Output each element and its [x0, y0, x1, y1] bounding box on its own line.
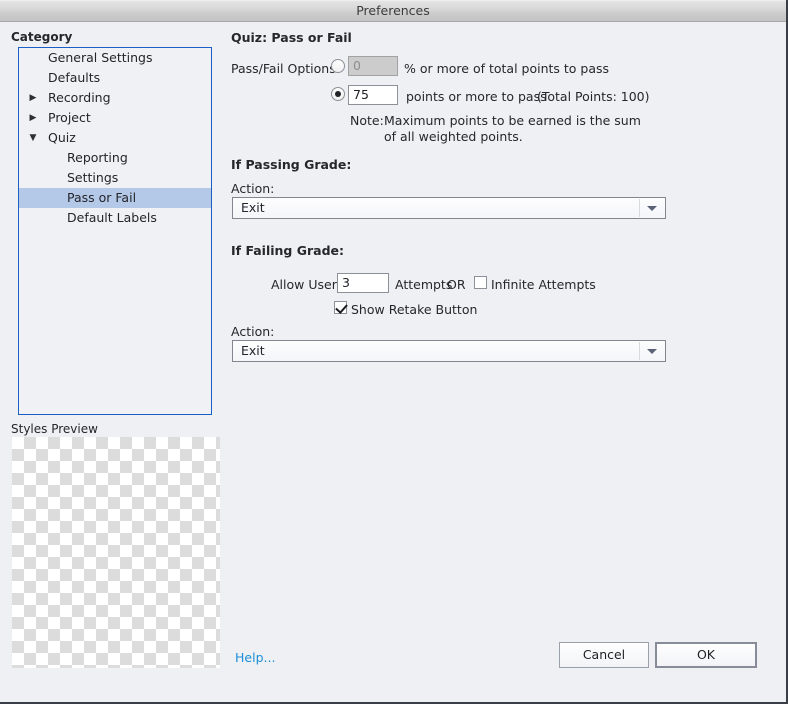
sidebar-item-label: Pass or Fail	[67, 190, 137, 205]
infinite-attempts-checkbox[interactable]	[474, 276, 487, 289]
sidebar-item-settings[interactable]: Settings	[19, 168, 211, 188]
percent-radio[interactable]	[331, 59, 345, 73]
failing-action-value: Exit	[241, 343, 265, 358]
sidebar-item-label: Recording	[48, 90, 111, 105]
sidebar-item-label: Default Labels	[67, 210, 157, 225]
dropdown-separator	[639, 199, 640, 217]
points-suffix-label: points or more to pass	[406, 89, 547, 104]
sidebar-item-project[interactable]: ▶ Project	[19, 108, 211, 128]
sidebar-item-reporting[interactable]: Reporting	[19, 148, 211, 168]
ok-button[interactable]: OK	[655, 642, 757, 668]
points-radio[interactable]	[331, 87, 345, 101]
failing-action-label: Action:	[231, 324, 275, 339]
collapsed-arrow-icon[interactable]: ▶	[27, 88, 39, 108]
chevron-down-icon	[647, 206, 657, 211]
expanded-arrow-icon[interactable]: ▼	[27, 128, 39, 148]
infinite-attempts-label: Infinite Attempts	[491, 277, 596, 292]
sidebar-item-label: Settings	[67, 170, 119, 185]
percent-input[interactable]: 0	[348, 56, 398, 76]
note-text: Maximum points to be earned is the sum o…	[384, 113, 641, 144]
passing-action-label: Action:	[231, 181, 275, 196]
note-prefix-label: Note:	[350, 113, 384, 128]
sidebar-item-defaults[interactable]: Defaults	[19, 68, 211, 88]
or-label: OR	[447, 277, 466, 292]
sidebar-item-pass-or-fail[interactable]: Pass or Fail	[19, 188, 211, 208]
page-title: Quiz: Pass or Fail	[231, 30, 352, 45]
passfail-options-label: Pass/Fail Options:	[231, 61, 340, 76]
cancel-button[interactable]: Cancel	[559, 642, 649, 668]
preferences-dialog: Preferences Category General Settings De…	[0, 0, 788, 704]
window-title: Preferences	[356, 3, 430, 18]
sidebar-item-label: Defaults	[48, 70, 101, 85]
collapsed-arrow-icon[interactable]: ▶	[27, 108, 39, 128]
attempts-input[interactable]: 3	[337, 273, 389, 293]
category-heading: Category	[11, 30, 73, 44]
passing-action-value: Exit	[241, 200, 265, 215]
passing-action-dropdown[interactable]: Exit	[232, 197, 666, 219]
sidebar-item-label: General Settings	[48, 50, 153, 65]
styles-preview-canvas	[12, 437, 220, 668]
sidebar-item-label: Quiz	[48, 130, 76, 145]
show-retake-checkbox[interactable]	[334, 301, 347, 314]
passing-grade-heading: If Passing Grade:	[231, 157, 352, 172]
sidebar-item-default-labels[interactable]: Default Labels	[19, 208, 211, 228]
percent-suffix-label: % or more of total points to pass	[404, 61, 610, 76]
allow-user-label: Allow User:	[271, 277, 341, 292]
show-retake-label: Show Retake Button	[351, 302, 478, 317]
total-points-label: (Total Points: 100)	[537, 89, 650, 104]
chevron-down-icon	[647, 349, 657, 354]
sidebar-item-quiz[interactable]: ▼ Quiz	[19, 128, 211, 148]
failing-action-dropdown[interactable]: Exit	[232, 340, 666, 362]
help-link[interactable]: Help...	[235, 650, 275, 665]
category-tree[interactable]: General Settings Defaults ▶ Recording ▶ …	[18, 47, 212, 415]
sidebar-item-general-settings[interactable]: General Settings	[19, 48, 211, 68]
sidebar-item-label: Project	[48, 110, 91, 125]
sidebar-item-recording[interactable]: ▶ Recording	[19, 88, 211, 108]
styles-preview-label: Styles Preview	[11, 422, 98, 436]
sidebar-item-label: Reporting	[67, 150, 128, 165]
title-bar: Preferences	[0, 0, 786, 22]
dropdown-separator	[639, 342, 640, 360]
attempts-label: Attempts	[395, 277, 453, 292]
points-input[interactable]: 75	[348, 85, 398, 105]
failing-grade-heading: If Failing Grade:	[231, 243, 345, 258]
